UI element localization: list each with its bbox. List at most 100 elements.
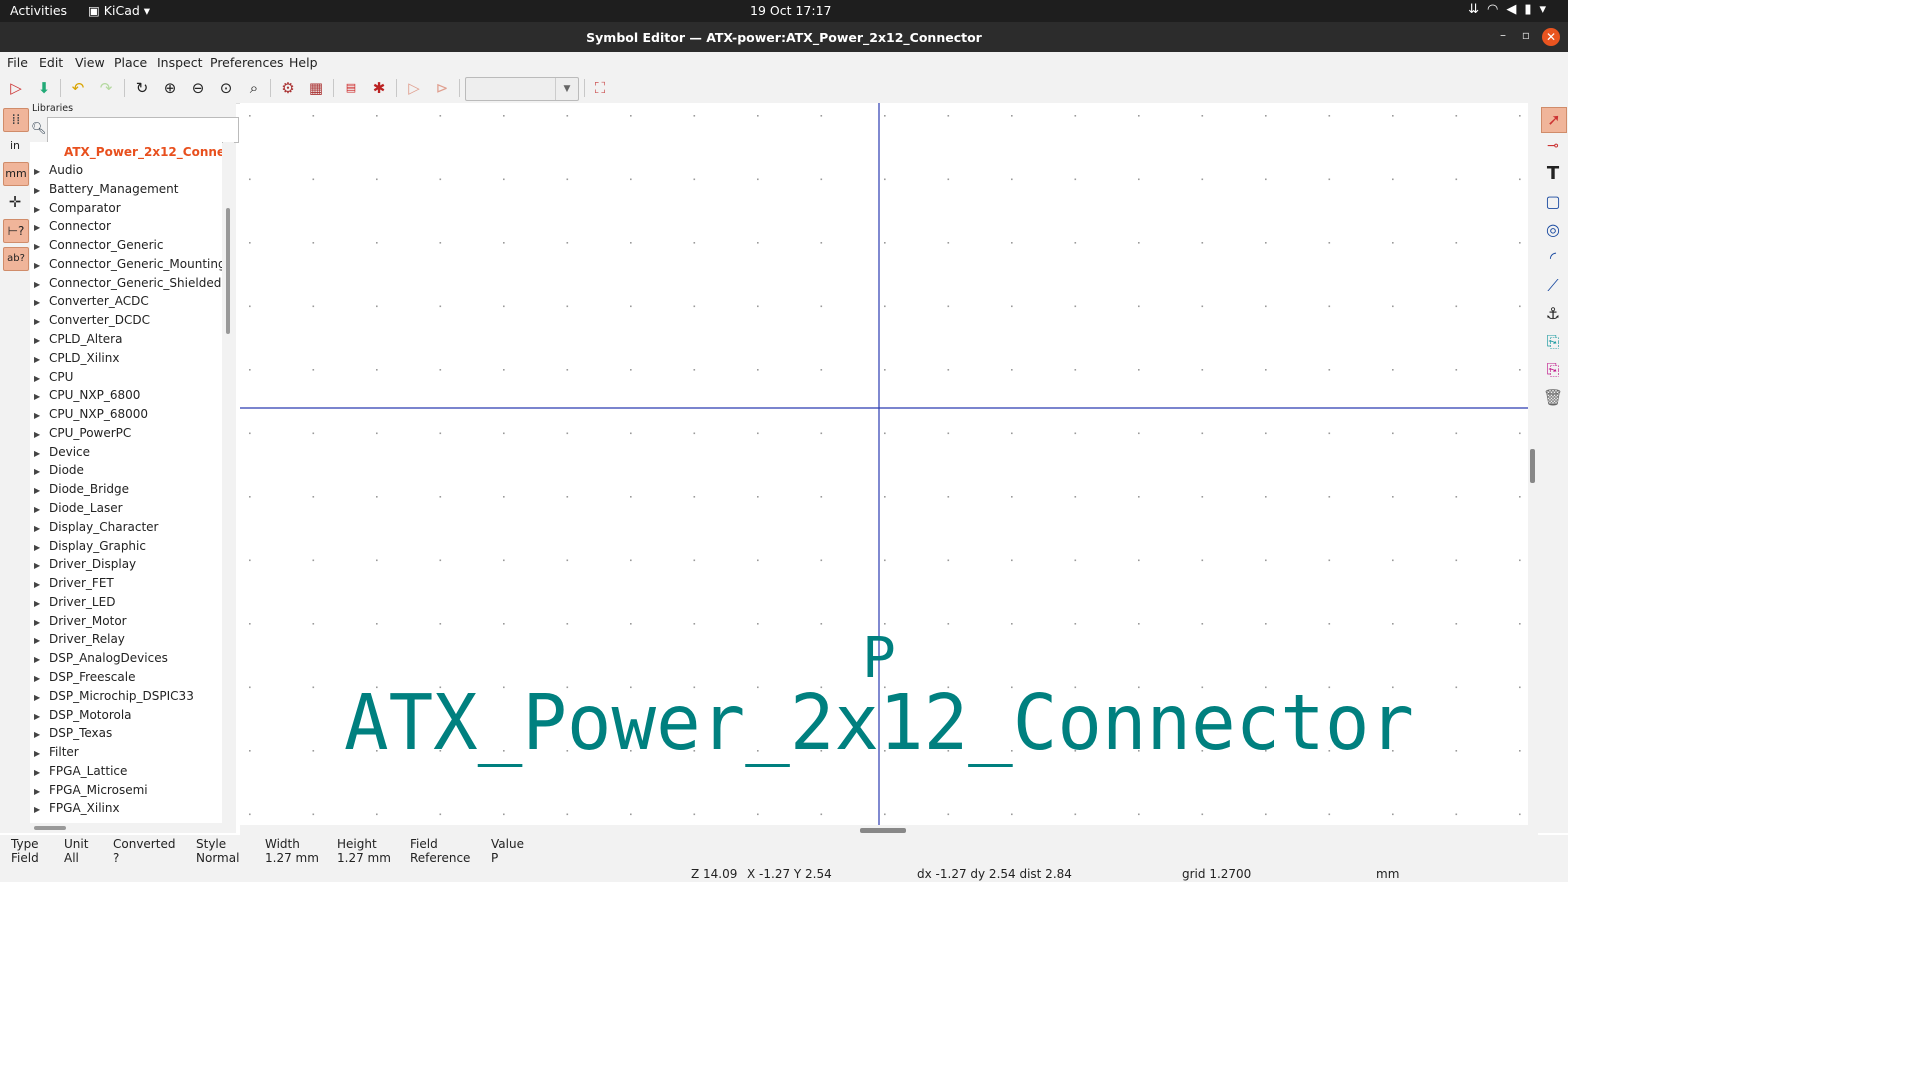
expand-arrow-icon[interactable]: ▶ <box>34 205 49 214</box>
list-item[interactable]: ▶ Driver_Motor <box>34 614 127 632</box>
list-item[interactable]: ▶ FPGA_Lattice <box>34 764 127 782</box>
menu-preferences[interactable]: Preferences <box>210 55 284 70</box>
expand-arrow-icon[interactable]: ▶ <box>34 486 49 495</box>
minimize-button[interactable]: – <box>1500 28 1506 42</box>
expand-arrow-icon[interactable]: ▶ <box>34 280 49 289</box>
canvas-horizontal-scrollbar[interactable] <box>240 825 1538 835</box>
list-item[interactable]: ▶ Diode <box>34 463 84 481</box>
list-item[interactable]: ▶ Connector_Generic <box>34 238 163 256</box>
list-item[interactable]: ▶ Battery_Management <box>34 182 178 200</box>
expand-arrow-icon[interactable]: ▶ <box>34 223 49 232</box>
grid-toggle-icon[interactable]: ⁞⁞ <box>3 108 29 132</box>
list-item[interactable]: ▶ Display_Graphic <box>34 539 146 557</box>
list-item[interactable]: ▶ Connector <box>34 219 111 237</box>
list-item[interactable]: ▶ DSP_Texas <box>34 726 112 744</box>
list-item[interactable]: ▶ CPU_PowerPC <box>34 426 131 444</box>
list-item[interactable]: ▶ Converter_DCDC <box>34 313 150 331</box>
expand-arrow-icon[interactable]: ▶ <box>34 355 49 364</box>
expand-arrow-icon[interactable]: ▶ <box>34 580 49 589</box>
expand-arrow-icon[interactable]: ▶ <box>34 618 49 627</box>
add-polyline-icon[interactable]: ⟋ <box>1541 274 1565 298</box>
system-tray[interactable]: ⇊◠◀▮▾ <box>1468 2 1554 17</box>
menu-inspect[interactable]: Inspect <box>157 55 203 70</box>
pin-electrical-type-icon[interactable]: ⊢? <box>3 219 29 243</box>
new-symbol-icon[interactable]: ▷ <box>6 78 26 98</box>
export-graphics-icon[interactable]: ⎘ <box>1541 358 1565 382</box>
list-item[interactable]: ▶ DSP_Freescale <box>34 670 135 688</box>
list-item[interactable]: ▶Connector_Generic_MountingPin <box>34 257 222 275</box>
millimeters-unit-button[interactable]: mm <box>3 162 29 186</box>
menu-file[interactable]: File <box>7 55 28 70</box>
scrollbar-thumb[interactable] <box>860 828 906 833</box>
expand-arrow-icon[interactable]: ▶ <box>34 805 49 814</box>
refresh-icon[interactable]: ↻ <box>132 78 152 98</box>
canvas-vertical-scrollbar[interactable] <box>1528 103 1538 825</box>
inches-unit-button[interactable]: in <box>3 135 27 157</box>
list-item[interactable]: ▶ Comparator <box>34 201 121 219</box>
list-item[interactable]: ▶ Driver_Relay <box>34 632 125 650</box>
zoom-in-icon[interactable]: ⊕ <box>160 78 180 98</box>
expand-arrow-icon[interactable]: ▶ <box>34 261 49 270</box>
zoom-selection-icon[interactable]: ⌕ <box>244 78 264 98</box>
list-item[interactable]: ▶ CPU_NXP_68000 <box>34 407 148 425</box>
expand-arrow-icon[interactable]: ▶ <box>34 674 49 683</box>
menu-help[interactable]: Help <box>289 55 318 70</box>
expand-arrow-icon[interactable]: ▶ <box>34 768 49 777</box>
cursor-crosshair-icon[interactable]: ✛ <box>3 191 27 213</box>
clock[interactable]: 19 Oct 17:17 <box>750 3 832 18</box>
expand-arrow-icon[interactable]: ▶ <box>34 749 49 758</box>
unit-selector-combo[interactable]: ▼ <box>465 77 579 101</box>
list-item[interactable]: ▶ Filter <box>34 745 79 763</box>
pin-graph-icon[interactable]: ⛶ <box>590 78 610 98</box>
expand-arrow-icon[interactable]: ▶ <box>34 636 49 645</box>
expand-arrow-icon[interactable]: ▶ <box>34 543 49 552</box>
show-hidden-fields-button[interactable]: ab? <box>3 247 29 271</box>
expand-arrow-icon[interactable]: ▶ <box>34 242 49 251</box>
undo-icon[interactable]: ↶ <box>68 78 88 98</box>
scrollbar-thumb[interactable] <box>1530 449 1535 483</box>
normal-body-style-icon[interactable]: ▷ <box>404 78 424 98</box>
app-menu[interactable]: ▣ KiCad ▾ <box>88 3 150 18</box>
add-rectangle-icon[interactable]: ▢ <box>1541 190 1565 214</box>
list-item[interactable]: ▶ CPU <box>34 370 73 388</box>
scrollbar-thumb[interactable] <box>34 826 66 830</box>
list-item[interactable]: ▶ Converter_ACDC <box>34 294 149 312</box>
list-item[interactable]: ▶ Display_Character <box>34 520 158 538</box>
expand-arrow-icon[interactable]: ▶ <box>34 317 49 326</box>
library-search-input[interactable] <box>47 117 239 143</box>
list-item[interactable]: ▶ FPGA_Xilinx <box>34 801 120 819</box>
list-item[interactable]: ▶ CPLD_Altera <box>34 332 122 350</box>
list-item[interactable]: ▶ DSP_AnalogDevices <box>34 651 168 669</box>
expand-arrow-icon[interactable]: ▶ <box>34 524 49 533</box>
list-item[interactable]: ▶ DSP_Microchip_DSPIC33 <box>34 689 194 707</box>
add-pin-icon[interactable]: ⊸ <box>1541 134 1565 158</box>
menu-view[interactable]: View <box>75 55 105 70</box>
list-item[interactable]: ▶ Driver_LED <box>34 595 115 613</box>
symbol-canvas[interactable]: P ATX_Power_2x12_Connector <box>240 103 1528 825</box>
pin-table-icon[interactable]: ▦ <box>306 78 326 98</box>
save-icon[interactable]: ⬇ <box>34 78 54 98</box>
menu-place[interactable]: Place <box>114 55 147 70</box>
expand-arrow-icon[interactable]: ▶ <box>34 712 49 721</box>
value-field-text[interactable]: ATX_Power_2x12_Connector <box>344 679 1414 768</box>
delete-trash-icon[interactable]: 🗑︎ <box>1541 386 1565 410</box>
list-item[interactable]: ▶ Diode_Bridge <box>34 482 129 500</box>
expand-arrow-icon[interactable]: ▶ <box>34 599 49 608</box>
current-symbol-label[interactable]: ATX_Power_2x12_Connector <box>64 145 222 159</box>
add-circle-icon[interactable]: ◎ <box>1541 218 1565 242</box>
list-item[interactable]: ▶ FPGA_Microsemi <box>34 783 148 801</box>
zoom-fit-icon[interactable]: ⊙ <box>216 78 236 98</box>
add-text-icon[interactable]: T <box>1541 162 1565 186</box>
expand-arrow-icon[interactable]: ▶ <box>34 505 49 514</box>
demorgan-body-style-icon[interactable]: ⊳ <box>432 78 452 98</box>
menu-edit[interactable]: Edit <box>39 55 63 70</box>
expand-arrow-icon[interactable]: ▶ <box>34 730 49 739</box>
expand-arrow-icon[interactable]: ▶ <box>34 374 49 383</box>
expand-arrow-icon[interactable]: ▶ <box>34 336 49 345</box>
redo-icon[interactable]: ↷ <box>96 78 116 98</box>
add-arc-icon[interactable]: ◜ <box>1541 246 1565 270</box>
export-pdf-icon[interactable]: ▤ <box>341 78 361 98</box>
library-tree-scrollbar[interactable] <box>223 142 234 823</box>
list-item[interactable]: ▶ Driver_Display <box>34 557 136 575</box>
library-tree-horizontal-scrollbar[interactable] <box>30 823 234 833</box>
